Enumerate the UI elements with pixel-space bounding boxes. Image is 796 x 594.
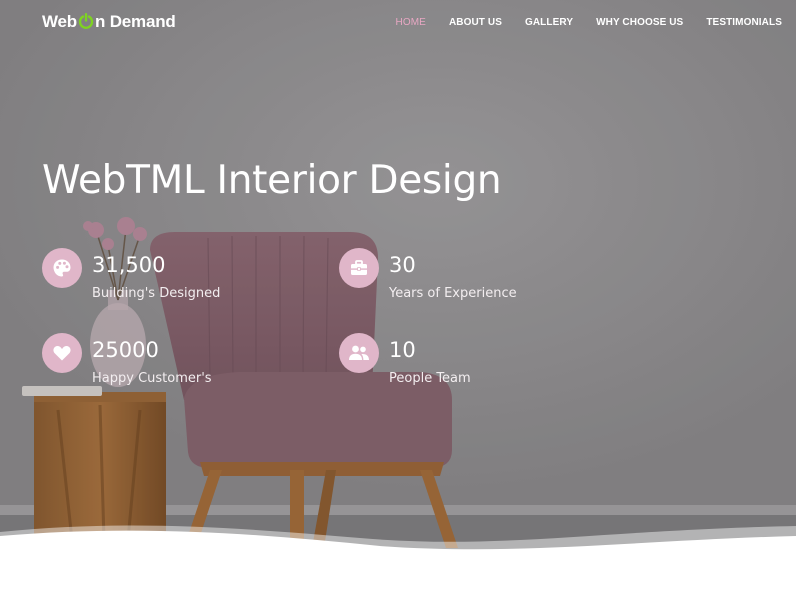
hero-section: Web n Demand HOME ABOUT US GALLERY WHY CH… — [0, 0, 796, 594]
brand-name-part2: n Demand — [94, 12, 176, 31]
power-icon — [78, 13, 94, 29]
brand-logo[interactable]: Web n Demand — [42, 12, 176, 32]
hero-title: WebTML Interior Design — [42, 158, 502, 203]
nav-menu: HOME ABOUT US GALLERY WHY CHOOSE US TEST… — [373, 17, 782, 28]
briefcase-icon — [339, 248, 379, 288]
nav-item-testimonials[interactable]: TESTIMONIALS — [706, 17, 782, 28]
nav-item-gallery[interactable]: GALLERY — [525, 17, 573, 28]
heart-icon — [42, 333, 82, 373]
stat-label: Building's Designed — [92, 286, 221, 301]
nav-item-about-us[interactable]: ABOUT US — [449, 17, 502, 28]
stat-label: Happy Customer's — [92, 371, 212, 386]
top-navigation: Web n Demand HOME ABOUT US GALLERY WHY CH… — [0, 0, 796, 46]
stat-value: 31,500 — [92, 253, 166, 277]
nav-item-why-choose-us[interactable]: WHY CHOOSE US — [596, 17, 683, 28]
nav-item-home[interactable]: HOME — [396, 17, 426, 28]
stat-label: People Team — [389, 371, 471, 386]
stat-value: 25000 — [92, 338, 159, 362]
users-icon — [339, 333, 379, 373]
stat-value: 30 — [389, 253, 416, 277]
palette-icon — [42, 248, 82, 288]
hero-bottom-wave — [0, 525, 796, 594]
stat-label: Years of Experience — [389, 286, 517, 301]
brand-name-part1: Web — [42, 12, 77, 31]
stat-value: 10 — [389, 338, 416, 362]
